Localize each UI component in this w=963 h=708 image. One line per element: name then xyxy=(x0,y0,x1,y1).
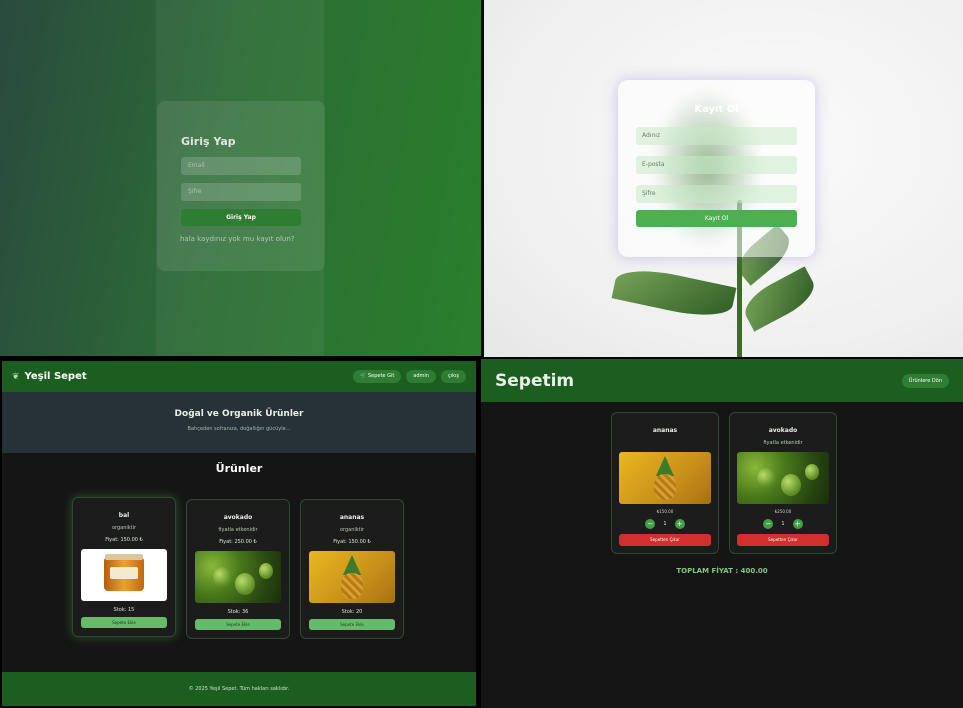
product-name: avokado xyxy=(223,514,253,521)
increase-button[interactable]: + xyxy=(792,519,803,529)
product-price: Fiyat: 150.00 ₺ xyxy=(105,537,143,543)
login-card: Giriş Yap Email Şifre Giriş Yap hala kay… xyxy=(157,101,325,271)
decrease-button[interactable]: − xyxy=(645,519,656,529)
product-price: Fiyat: 150.00 ₺ xyxy=(333,539,371,545)
login-title: Giriş Yap xyxy=(181,135,236,148)
hero-subtitle: Bahçeden sofranıza, doğallığın gücüyle..… xyxy=(187,426,291,432)
quantity-stepper: − 1 + xyxy=(737,519,829,529)
increase-button[interactable]: + xyxy=(674,519,685,529)
quantity-value: 1 xyxy=(663,521,667,527)
leaf-icon: ❦ xyxy=(12,371,20,382)
remove-from-cart-button[interactable]: Sepetten Çıkar xyxy=(619,534,711,546)
product-card: ananas organiktir Fiyat: 150.00 ₺ Stok: … xyxy=(300,499,404,639)
cart-item-name: ananas xyxy=(652,427,678,434)
login-button[interactable]: Giriş Yap xyxy=(181,209,301,226)
section-title: Ürünler xyxy=(215,462,263,475)
quantity-value: 1 xyxy=(781,521,785,527)
product-image xyxy=(81,549,167,601)
register-link[interactable]: hala kaydınız yok mu kayıt olun? xyxy=(180,235,301,243)
product-stock: Stok: 20 xyxy=(341,609,363,615)
cart-item-image xyxy=(619,452,711,504)
product-desc: organiktir xyxy=(111,525,137,531)
register-button[interactable]: Kayıt Ol xyxy=(636,210,797,227)
brand[interactable]: ❦ Yeşil Sepet xyxy=(12,371,87,382)
cart-item-desc xyxy=(619,440,711,446)
cart-title: Sepetim xyxy=(495,370,575,391)
decrease-button[interactable]: − xyxy=(763,519,774,529)
cart-item-price: ₺150.00 xyxy=(656,509,674,514)
remove-from-cart-button[interactable]: Sepetten Çıkar xyxy=(737,534,829,546)
login-screen: Giriş Yap Email Şifre Giriş Yap hala kay… xyxy=(0,0,481,356)
register-card: Kayıt Ol Adınız E-posta Şifre Kayıt Ol xyxy=(618,80,815,257)
cart-navbar: Sepetim Ürünlere Dön xyxy=(481,359,963,402)
cart-item: avokado fiyatla etkenidir ₺250.00 − 1 + … xyxy=(729,412,837,554)
cart-item-name: avokado xyxy=(768,427,798,434)
hero-title: Doğal ve Organik Ürünler xyxy=(174,409,304,419)
product-card: bal organiktir Fiyat: 150.00 ₺ Stok: 15 … xyxy=(72,497,176,637)
email-input[interactable]: Email xyxy=(181,157,301,175)
shop-screen: ❦ Yeşil Sepet 🛒 Sepete Git admin çıkış D… xyxy=(0,359,478,708)
product-price: Fiyat: 250.00 ₺ xyxy=(219,539,257,545)
product-card: avokado fiyatla etkenidir Fiyat: 250.00 … xyxy=(186,499,290,639)
password-input[interactable]: Şifre xyxy=(636,185,797,203)
cart-nav-button[interactable]: 🛒 Sepete Git xyxy=(353,370,402,383)
register-screen: Kayıt Ol Adınız E-posta Şifre Kayıt Ol xyxy=(484,0,963,357)
add-to-cart-button[interactable]: Sepete Ekle xyxy=(309,619,395,630)
add-to-cart-button[interactable]: Sepete Ekle xyxy=(81,617,167,628)
product-image xyxy=(309,551,395,603)
logout-button[interactable]: çıkış xyxy=(440,370,466,383)
cart-total: TOPLAM FİYAT : 400.00 xyxy=(676,567,768,575)
brand-name: Yeşil Sepet xyxy=(24,371,87,382)
cart-item-desc: fiyatla etkenidir xyxy=(763,440,803,446)
admin-nav-button[interactable]: admin xyxy=(406,370,436,383)
product-desc: fiyatla etkenidir xyxy=(218,527,258,533)
product-stock: Stok: 15 xyxy=(113,607,135,613)
product-stock: Stok: 36 xyxy=(227,609,249,615)
email-input[interactable]: E-posta xyxy=(636,156,797,174)
add-to-cart-button[interactable]: Sepete Ekle xyxy=(195,619,281,630)
product-image xyxy=(195,551,281,603)
product-name: bal xyxy=(118,512,130,519)
cart-item-image xyxy=(737,452,829,504)
register-title: Kayıt Ol xyxy=(694,104,739,115)
shop-navbar: ❦ Yeşil Sepet 🛒 Sepete Git admin çıkış xyxy=(2,361,476,392)
footer: © 2025 Yeşil Sepet. Tüm hakları saklıdır… xyxy=(2,672,476,706)
cart-screen: Sepetim Ürünlere Dön ananas ₺150.00 − 1 … xyxy=(481,359,963,708)
cart-item-price: ₺250.00 xyxy=(774,509,792,514)
password-input[interactable]: Şifre xyxy=(181,183,301,201)
quantity-stepper: − 1 + xyxy=(619,519,711,529)
cart-item: ananas ₺150.00 − 1 + Sepetten Çıkar xyxy=(611,412,719,554)
hero-banner: Doğal ve Organik Ürünler Bahçeden sofran… xyxy=(2,392,476,453)
name-input[interactable]: Adınız xyxy=(636,127,797,145)
product-name: ananas xyxy=(339,514,365,521)
back-to-products-button[interactable]: Ürünlere Dön xyxy=(901,373,949,388)
plant-leaf-left xyxy=(611,262,737,324)
product-desc: organiktir xyxy=(339,527,365,533)
